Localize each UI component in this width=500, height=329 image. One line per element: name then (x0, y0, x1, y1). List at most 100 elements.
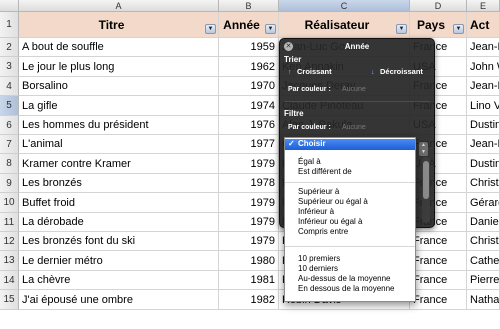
menu-item-en-dessous-moyenne[interactable]: En dessous de la moyenne (285, 284, 415, 294)
checkmark-icon: ✓ (288, 139, 295, 148)
row-header-12[interactable]: 12 (0, 232, 19, 251)
table-cell-pays[interactable]: France (410, 290, 467, 310)
table-cell-pays[interactable]: France (410, 271, 467, 290)
popup-scrollbar[interactable] (422, 157, 430, 223)
table-cell-annee[interactable]: 1978 (219, 174, 279, 193)
table-cell-annee[interactable]: 1980 (219, 251, 279, 271)
menu-item-egal[interactable]: Égal à (285, 157, 415, 167)
table-cell-titre[interactable]: La gifle (19, 96, 219, 116)
row-header-4[interactable]: 4 (0, 77, 19, 96)
header-cell-pays[interactable]: Pays ▼ (410, 12, 467, 38)
table-cell-annee[interactable]: 1979 (219, 232, 279, 251)
filter-dropdown-titre[interactable]: ▼ (205, 24, 216, 34)
table-cell-act[interactable]: Christi (467, 232, 500, 251)
column-header-a[interactable]: A (19, 0, 219, 12)
menu-item-superieur[interactable]: Supérieur à (285, 187, 415, 197)
header-cell-titre[interactable]: Titre ▼ (19, 12, 219, 38)
column-header-d[interactable]: D (410, 0, 467, 12)
row-header-14[interactable]: 14 (0, 271, 19, 290)
table-cell-pays[interactable]: France (410, 251, 467, 271)
table-cell-annee[interactable]: 1982 (219, 290, 279, 310)
row-header-7[interactable]: 7 (0, 135, 19, 154)
table-cell-act[interactable]: Gérard (467, 193, 500, 213)
menu-item-10-derniers[interactable]: 10 derniers (285, 264, 415, 274)
select-all-corner[interactable] (0, 0, 19, 12)
table-cell-annee[interactable]: 1976 (219, 116, 279, 135)
table-cell-titre[interactable]: Les bronzés (19, 174, 219, 193)
menu-item-compris-entre[interactable]: Compris entre (285, 227, 415, 237)
table-cell-titre[interactable]: Le jour le plus long (19, 57, 219, 77)
table-cell-titre[interactable]: Le dernier métro (19, 251, 219, 271)
menu-item-10-premiers[interactable]: 10 premiers (285, 254, 415, 264)
header-cell-annee[interactable]: Année ▼ (219, 12, 279, 38)
row-header-9[interactable]: 9 (0, 174, 19, 193)
column-header-c[interactable]: C (279, 0, 410, 12)
column-header-b[interactable]: B (219, 0, 279, 12)
menu-item-different[interactable]: Est différent de (285, 167, 415, 177)
table-cell-titre[interactable]: Les bronzés font du ski (19, 232, 219, 251)
table-cell-annee[interactable]: 1981 (219, 271, 279, 290)
table-cell-act[interactable]: Jean-P (467, 77, 500, 96)
row-header-8[interactable]: 8 (0, 154, 19, 174)
table-cell-pays[interactable]: France (410, 232, 467, 251)
filter-dropdown-realisateur[interactable]: ▼ (396, 24, 407, 34)
table-cell-act[interactable]: Christi (467, 174, 500, 193)
header-cell-realisateur[interactable]: Réalisateur ▼ (279, 12, 410, 38)
row-header-11[interactable]: 11 (0, 213, 19, 232)
sort-by-color-select[interactable]: Aucune (342, 86, 366, 93)
menu-item-superieur-egal[interactable]: Supérieur ou égal à (285, 197, 415, 207)
sort-ascending-button[interactable]: ↑ Croissant (288, 67, 332, 76)
table-cell-act[interactable]: Cathe (467, 251, 500, 271)
filter-by-color-select[interactable]: Aucune (342, 124, 366, 131)
table-cell-titre[interactable]: Buffet froid (19, 193, 219, 213)
table-cell-titre[interactable]: La chèvre (19, 271, 219, 290)
row-header-1[interactable]: 1 (0, 12, 19, 38)
table-cell-titre[interactable]: La dérobade (19, 213, 219, 232)
table-cell-annee[interactable]: 1959 (219, 38, 279, 57)
row-header-6[interactable]: 6 (0, 116, 19, 135)
table-cell-act[interactable]: Jean-P (467, 135, 500, 154)
header-cell-acteur[interactable]: Act (467, 12, 500, 38)
header-label-realisateur: Réalisateur (304, 18, 370, 32)
table-cell-titre[interactable]: Kramer contre Kramer (19, 154, 219, 174)
table-cell-titre[interactable]: Les hommes du président (19, 116, 219, 135)
filter-dropdown-pays[interactable]: ▼ (453, 24, 464, 34)
row-header-10[interactable]: 10 (0, 193, 19, 213)
table-cell-act[interactable]: Dustin (467, 116, 500, 135)
menu-item-choisir[interactable]: ✓ Choisir (285, 139, 415, 150)
table-cell-annee[interactable]: 1974 (219, 96, 279, 116)
table-cell-annee[interactable]: 1962 (219, 57, 279, 77)
menu-item-inferieur[interactable]: Inférieur à (285, 207, 415, 217)
table-cell-titre[interactable]: J'ai épousé une ombre (19, 290, 219, 310)
row-header-5[interactable]: 5 (0, 96, 19, 116)
table-cell-act[interactable]: John W (467, 57, 500, 77)
table-cell-act[interactable]: Lino Ve (467, 96, 500, 116)
row-header-3[interactable]: 3 (0, 57, 19, 77)
stepper-arrows-icon[interactable]: ▲ ▼ (419, 142, 428, 156)
table-cell-annee[interactable]: 1979 (219, 154, 279, 174)
table-cell-act[interactable]: Dustin (467, 154, 500, 174)
table-cell-annee[interactable]: 1979 (219, 213, 279, 232)
table-cell-annee[interactable]: 1977 (219, 135, 279, 154)
table-cell-act[interactable]: Daniel (467, 213, 500, 232)
scrollbar-thumb[interactable] (423, 161, 429, 199)
table-cell-titre[interactable]: A bout de souffle (19, 38, 219, 57)
table-cell-act[interactable]: Nathal (467, 290, 500, 310)
filter-dropdown-annee[interactable]: ▼ (265, 24, 276, 34)
table-cell-titre[interactable]: L'animal (19, 135, 219, 154)
table-cell-titre[interactable]: Borsalino (19, 77, 219, 96)
table-cell-act[interactable]: Jean-P (467, 38, 500, 57)
table-cell-annee[interactable]: 1979 (219, 193, 279, 213)
row-header-2[interactable]: 2 (0, 38, 19, 57)
sort-ascending-label: Croissant (297, 67, 332, 76)
row-header-13[interactable]: 13 (0, 251, 19, 271)
table-cell-annee[interactable]: 1970 (219, 77, 279, 96)
table-cell-act[interactable]: Pierre (467, 271, 500, 290)
column-header-e[interactable]: E (467, 0, 500, 12)
filter-by-color-label: Par couleur : (288, 124, 331, 131)
menu-item-inferieur-egal[interactable]: Inférieur ou égal à (285, 217, 415, 227)
menu-item-au-dessus-moyenne[interactable]: Au-dessus de la moyenne (285, 274, 415, 284)
sort-descending-button[interactable]: ↓ Décroissant (371, 67, 423, 76)
row-header-15[interactable]: 15 (0, 290, 19, 310)
header-label-titre: Titre (98, 18, 125, 32)
